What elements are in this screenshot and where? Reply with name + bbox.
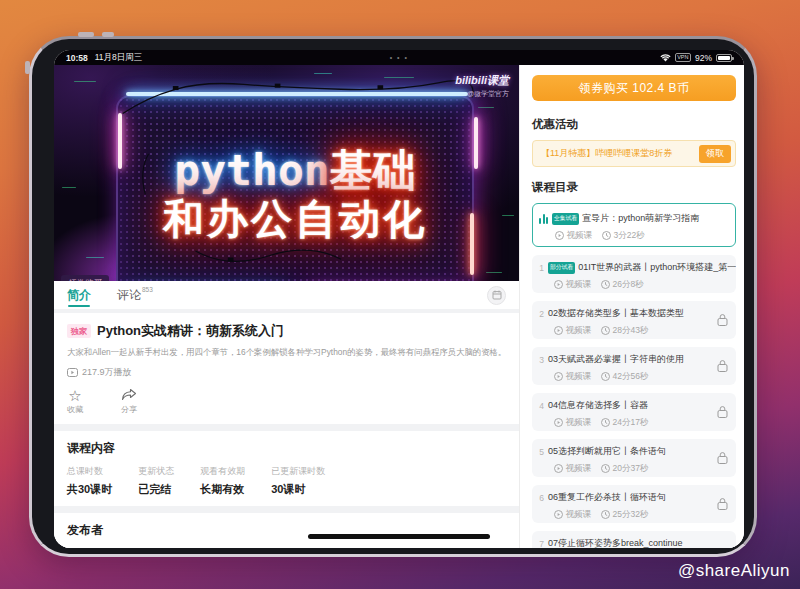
schedule-icon[interactable] (487, 286, 506, 305)
clock-icon (601, 418, 610, 427)
lock-icon (717, 452, 728, 465)
video-type-icon (554, 418, 563, 427)
buy-button[interactable]: 领券购买 102.4 B币 (532, 75, 736, 101)
playing-equalizer-icon (539, 214, 548, 224)
play-count-icon (67, 368, 78, 377)
episode-item-6[interactable]: 6 06重复工作必杀技丨循环语句 视频课 25分32秒 (532, 485, 736, 523)
ipad-device: 10:58 11月8日周三 • • • VPN 92% (29, 36, 757, 557)
meta-updated-lessons: 已更新课时数30课时 (271, 465, 325, 497)
battery-icon (716, 54, 732, 62)
episode-item-0[interactable]: 全集试看 宣导片：python萌新学习指南 视频课 3分22秒 (532, 203, 736, 247)
home-indicator[interactable] (308, 534, 490, 539)
clock-icon (601, 372, 610, 381)
status-bar: 10:58 11月8日周三 • • • VPN 92% (54, 50, 744, 65)
promo-heading: 优惠活动 (532, 117, 736, 132)
meta-update-status: 更新状态已完结 (138, 465, 174, 497)
course-title: Python实战精讲：萌新系统入门 (97, 322, 284, 340)
lock-icon (717, 360, 728, 373)
clock-icon (602, 231, 611, 240)
clock-icon (601, 464, 610, 473)
clock-icon (601, 326, 610, 335)
episode-item-1[interactable]: 1 部分试看 01IT世界的武器丨python环境搭建_第一个 视频课 26分8… (532, 255, 736, 293)
episode-list: 全集试看 宣导片：python萌新学习指南 视频课 3分22秒 1 (532, 203, 736, 548)
watermark: @shareAliyun (678, 561, 790, 581)
lock-icon (717, 406, 728, 419)
power-button (25, 61, 30, 74)
video-type-icon (554, 464, 563, 473)
video-type-icon (554, 280, 563, 289)
clock-icon (601, 280, 610, 289)
video-type-icon (555, 231, 564, 240)
course-description: 大家和Allen一起从新手村出发，用四个章节，16个案例解锁各种学习Python… (67, 347, 506, 358)
course-meta-heading: 课程内容 (67, 440, 506, 457)
course-meta-card: 课程内容 总课时数共30课时 更新状态已完结 观看有效期长期有效 已更新课时数3… (54, 431, 519, 506)
coupon-text: 【11月特惠】哔哩哔哩课堂8折券 (541, 147, 699, 160)
multitask-dots-icon: • • • (54, 54, 744, 61)
publisher-card: 发布者 (54, 513, 519, 548)
coupon-get-button[interactable]: 领取 (699, 145, 731, 163)
star-icon: ☆ (68, 388, 81, 403)
catalog-heading: 课程目录 (532, 180, 736, 195)
ipad-screen: 10:58 11月8日周三 • • • VPN 92% (54, 50, 744, 548)
episode-item-4[interactable]: 4 04信息存储选择多丨容器 视频课 24分17秒 (532, 393, 736, 431)
view-count: 217.9万播放 (67, 366, 506, 379)
favorite-button[interactable]: ☆ 收藏 (67, 388, 83, 415)
video-type-icon (554, 510, 563, 519)
photo-background: 10:58 11月8日周三 • • • VPN 92% (0, 0, 800, 589)
video-type-icon (554, 372, 563, 381)
volume-button-1 (78, 32, 94, 37)
video-type-icon (554, 326, 563, 335)
episode-item-3[interactable]: 3 03天赋武器必掌握丨字符串的使用 视频课 42分56秒 (532, 347, 736, 385)
video-player[interactable]: python基础 和办公自动化 (54, 65, 519, 281)
purchase-sidebar: 领券购买 102.4 B币 优惠活动 【11月特惠】哔哩哔哩课堂8折券 领取 课… (519, 65, 744, 548)
coupon-banner: 【11月特惠】哔哩哔哩课堂8折券 领取 (532, 140, 736, 167)
meta-total-lessons: 总课时数共30课时 (67, 465, 112, 497)
episode-item-7[interactable]: 7 07停止循环姿势多break_continue (532, 531, 736, 548)
bilibili-logo: bilibili课堂 @微学堂官方 (455, 73, 509, 99)
hanging-wires (54, 65, 519, 281)
tab-comments[interactable]: 评论853 (117, 287, 153, 304)
volume-button-2 (102, 32, 114, 37)
lock-icon (717, 498, 728, 511)
meta-validity: 观看有效期长期有效 (200, 465, 245, 497)
exclusive-badge: 独家 (67, 324, 91, 338)
episode-item-5[interactable]: 5 05选择判断就用它丨条件语句 视频课 20分37秒 (532, 439, 736, 477)
clock-icon (601, 510, 610, 519)
share-icon (121, 388, 137, 403)
tab-bar: 简介 评论853 (54, 281, 519, 309)
tab-intro[interactable]: 简介 (67, 281, 91, 309)
course-info-card: 独家 Python实战精讲：萌新系统入门 大家和Allen一起从新手村出发，用四… (54, 313, 519, 424)
share-button[interactable]: 分享 (121, 388, 137, 415)
lock-icon (717, 314, 728, 327)
episode-item-2[interactable]: 2 02数据存储类型多丨基本数据类型 视频课 28分43秒 (532, 301, 736, 339)
